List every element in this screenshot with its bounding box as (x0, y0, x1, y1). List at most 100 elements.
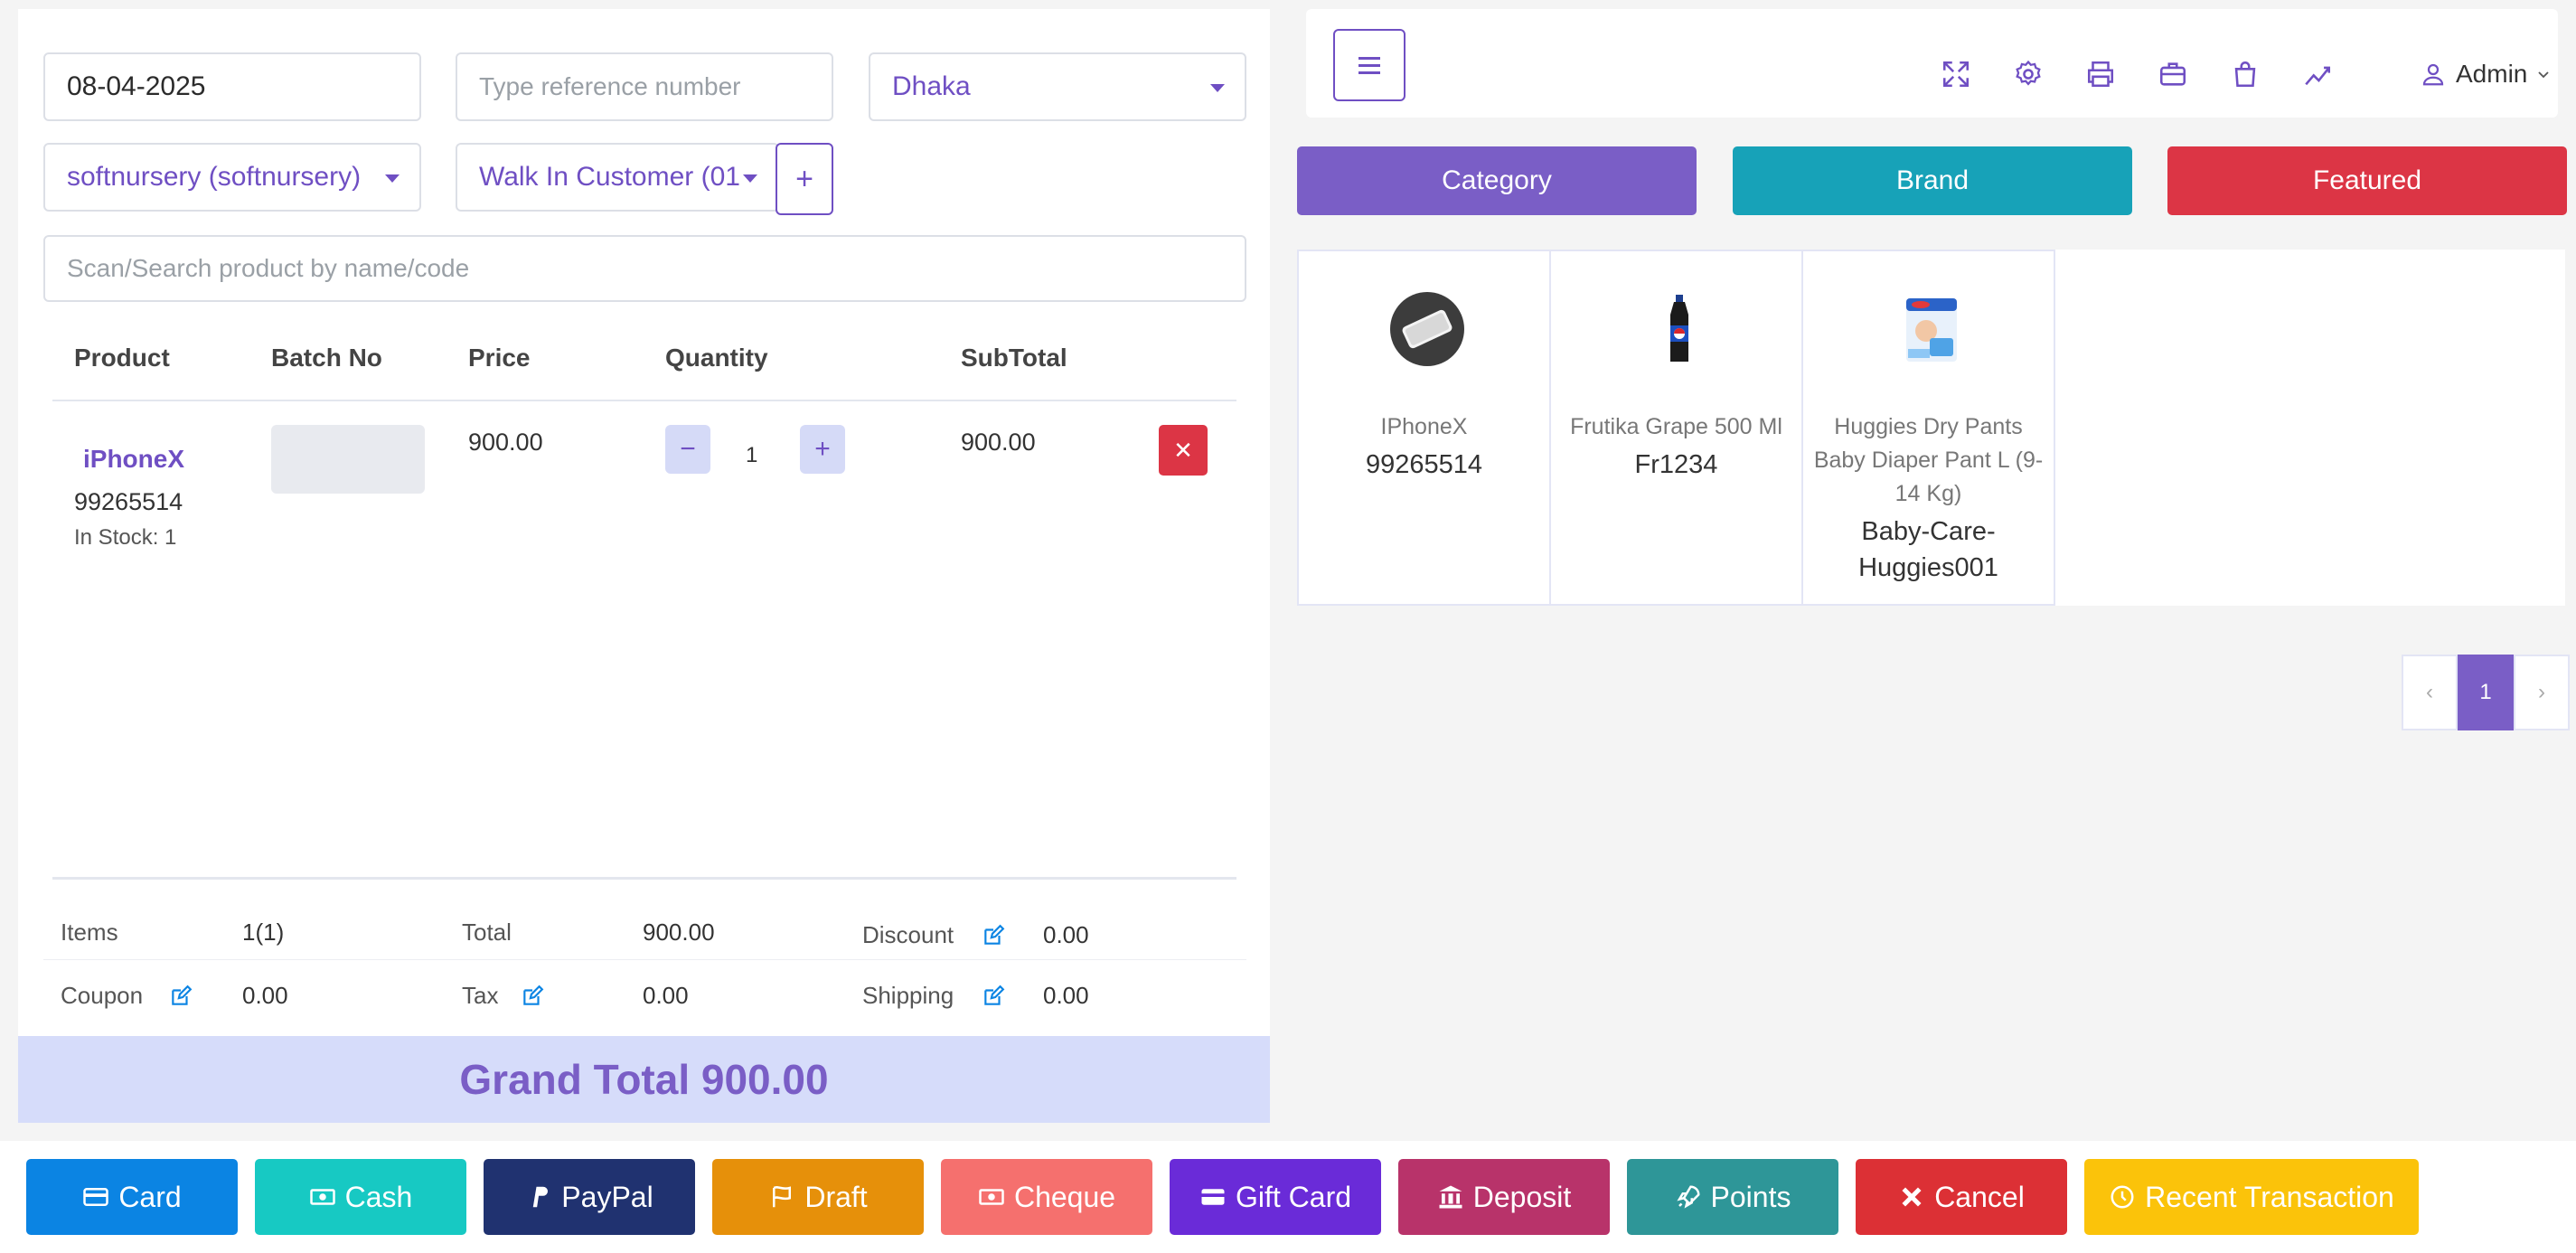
product-name-link[interactable]: iPhoneX (83, 445, 184, 474)
tab-brand[interactable]: Brand (1733, 146, 2132, 215)
edit-coupon-icon[interactable] (169, 984, 193, 1008)
product-stock: In Stock: 1 (74, 525, 177, 550)
menu-toggle-button[interactable] (1333, 29, 1406, 101)
money-icon (309, 1189, 335, 1205)
product-image (1670, 295, 1688, 362)
points-label: Points (1710, 1180, 1791, 1213)
date-input[interactable]: 08-04-2025 (43, 52, 421, 121)
product-card[interactable]: Huggies Dry Pants Baby Diaper Pant L (9-… (1801, 250, 2055, 606)
product-grid: IPhoneX 99265514 Frutika Grape 500 Ml Fr… (1297, 250, 2565, 606)
points-payment-button[interactable]: Points (1627, 1159, 1838, 1235)
pagination-next-button[interactable]: › (2514, 655, 2570, 730)
user-name: Admin (2456, 60, 2528, 88)
pos-order-panel: 08-04-2025 Type reference number Dhaka s… (18, 9, 1270, 1123)
bank-icon (1439, 1185, 1462, 1209)
reference-placeholder: Type reference number (479, 72, 741, 100)
edit-tax-icon[interactable] (521, 984, 544, 1008)
product-code: 99265514 (1365, 450, 1483, 479)
tab-featured[interactable]: Featured (2167, 146, 2567, 215)
user-menu[interactable]: Admin (2420, 60, 2551, 89)
paypal-payment-button[interactable]: PayPal (484, 1159, 695, 1235)
cancel-button[interactable]: Cancel (1856, 1159, 2067, 1235)
deposit-payment-button[interactable]: Deposit (1398, 1159, 1610, 1235)
product-code: Fr1234 (1634, 450, 1718, 479)
chart-line-icon[interactable] (2302, 59, 2333, 90)
product-card[interactable]: Frutika Grape 500 Ml Fr1234 (1549, 250, 1803, 606)
product-search-input[interactable]: Scan/Search product by name/code (43, 235, 1246, 302)
caret-down-icon (743, 174, 757, 183)
cheque-payment-button[interactable]: Cheque (941, 1159, 1152, 1235)
caret-down-icon (1210, 84, 1225, 92)
total-value: 900.00 (643, 919, 715, 946)
table-divider (52, 400, 1236, 401)
total-label: Total (462, 919, 512, 946)
shopping-bag-icon[interactable] (2230, 59, 2261, 90)
pagination: ‹ 1 › (2402, 655, 2570, 730)
print-icon[interactable] (2085, 59, 2116, 90)
pagination-prev-button[interactable]: ‹ (2402, 655, 2458, 730)
settings-icon[interactable] (2013, 59, 2044, 90)
cheque-label: Cheque (1013, 1180, 1116, 1213)
rocket-icon (1676, 1185, 1700, 1209)
product-image (1390, 292, 1464, 366)
card-payment-button[interactable]: Card (26, 1159, 238, 1235)
product-code: Baby-Care-Huggies001 (1858, 517, 1998, 582)
biller-value: softnursery (softnursery) (67, 162, 362, 192)
credit-card-icon (1201, 1189, 1225, 1205)
warehouse-value: Dhaka (892, 71, 971, 101)
gift-card-label: Gift Card (1235, 1180, 1352, 1213)
edit-discount-icon[interactable] (982, 924, 1005, 947)
tax-value: 0.00 (643, 982, 689, 1009)
summary-row-divider (43, 959, 1246, 960)
edit-shipping-icon[interactable] (982, 984, 1005, 1008)
customer-value: Walk In Customer (01 (479, 162, 740, 192)
items-label: Items (61, 919, 118, 946)
close-icon (1902, 1187, 1922, 1207)
tab-category[interactable]: Category (1297, 146, 1697, 215)
paypal-icon (533, 1186, 549, 1208)
coupon-value: 0.00 (242, 982, 288, 1009)
product-name: Frutika Grape 500 Ml (1570, 414, 1782, 439)
pagination-page-1[interactable]: 1 (2458, 655, 2514, 730)
card-label: Card (118, 1180, 182, 1213)
product-name: Huggies Dry Pants Baby Diaper Pant L (9-… (1813, 414, 2044, 506)
add-customer-button[interactable]: + (776, 143, 833, 215)
deposit-label: Deposit (1472, 1180, 1572, 1213)
draft-button[interactable]: Draft (712, 1159, 924, 1235)
discount-label: Discount (862, 921, 954, 948)
product-name: IPhoneX (1380, 414, 1468, 439)
fullscreen-icon[interactable] (1941, 59, 1971, 90)
discount-value: 0.00 (1043, 921, 1089, 948)
product-code: 99265514 (74, 488, 183, 515)
col-header-price: Price (468, 344, 531, 372)
top-bar: Admin (1306, 9, 2558, 118)
date-value: 08-04-2025 (67, 71, 206, 101)
search-placeholder: Scan/Search product by name/code (67, 254, 470, 282)
biller-select[interactable]: softnursery (softnursery) (43, 143, 421, 212)
col-header-quantity: Quantity (665, 344, 768, 372)
batch-input[interactable] (271, 425, 425, 494)
warehouse-select[interactable]: Dhaka (869, 52, 1246, 121)
recent-transaction-button[interactable]: Recent Transaction (2084, 1159, 2419, 1235)
remove-item-button[interactable]: ✕ (1159, 425, 1208, 476)
cash-label: Cash (344, 1180, 413, 1213)
clock-icon (2111, 1185, 2134, 1209)
summary-divider (52, 877, 1236, 880)
chevron-down-icon (2538, 71, 2550, 79)
cancel-label: Cancel (1934, 1180, 2025, 1213)
items-value: 1(1) (242, 919, 285, 946)
recent-transaction-label: Recent Transaction (2145, 1180, 2394, 1213)
reference-input[interactable]: Type reference number (456, 52, 833, 121)
credit-card-icon (83, 1188, 109, 1206)
money-icon (979, 1189, 1004, 1205)
cash-payment-button[interactable]: Cash (255, 1159, 466, 1235)
customer-select[interactable]: Walk In Customer (01 (456, 143, 779, 212)
product-card[interactable]: IPhoneX 99265514 (1297, 250, 1551, 606)
qty-increase-button[interactable]: + (800, 425, 845, 474)
shipping-label: Shipping (862, 982, 954, 1009)
gift-card-payment-button[interactable]: Gift Card (1170, 1159, 1381, 1235)
paypal-label: PayPal (561, 1180, 653, 1213)
briefcase-icon[interactable] (2158, 59, 2188, 90)
qty-value[interactable]: 1 (746, 443, 757, 468)
qty-decrease-button[interactable]: − (665, 425, 710, 474)
